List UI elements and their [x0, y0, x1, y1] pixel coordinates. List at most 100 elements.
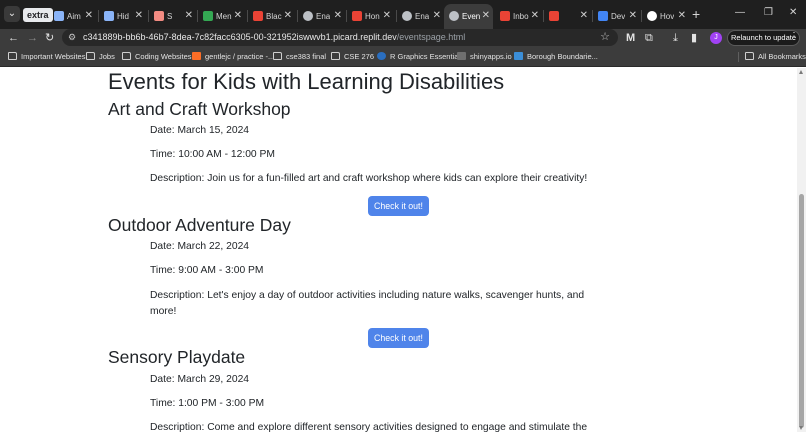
event-title-art-craft: Art and Craft Workshop	[108, 99, 291, 119]
all-bookmarks[interactable]: All Bookmarks	[745, 51, 806, 63]
tab-events-active[interactable]: Even ✕	[444, 4, 493, 29]
tab-hov[interactable]: Hov ✕	[642, 4, 689, 29]
new-tab-icon[interactable]: +	[692, 7, 700, 21]
event-time: Time: 1:00 PM - 3:00 PM	[150, 398, 265, 409]
globe-icon	[402, 11, 412, 21]
check-it-out-button[interactable]: Check it out!	[368, 328, 429, 348]
close-icon[interactable]: ✕	[334, 10, 342, 21]
tab-aim[interactable]: Aim ✕	[49, 4, 96, 29]
globe-icon	[449, 11, 459, 21]
side-panel-icon[interactable]: ▮	[691, 31, 697, 45]
reload-icon[interactable]: ↻	[45, 31, 54, 45]
forward-icon[interactable]: →	[27, 31, 38, 45]
menu-icon[interactable]: ⋮	[789, 31, 799, 42]
close-icon[interactable]: ✕	[234, 10, 242, 21]
flag-icon	[253, 11, 263, 21]
triangle-icon	[54, 11, 64, 21]
site-info-icon[interactable]: ⚙	[68, 32, 76, 43]
event-description: Description: Come and explore different …	[150, 422, 588, 432]
puzzle-icon	[203, 11, 213, 21]
folder-icon	[86, 52, 95, 60]
event-description: Description: Let's enjoy a day of outdoo…	[150, 290, 585, 317]
tab-ena-1[interactable]: Ena ✕	[298, 4, 345, 29]
tab-hid[interactable]: Hid ✕	[99, 4, 146, 29]
folder-icon	[273, 52, 282, 60]
doc-icon	[104, 11, 114, 21]
map-icon	[514, 52, 523, 60]
tab-men[interactable]: Men ✕	[198, 4, 245, 29]
tab-s[interactable]: S ✕	[149, 4, 196, 29]
gmail-icon	[500, 11, 510, 21]
tab-strip: ⌄ extra Aim ✕ Hid ✕ S ✕ Men ✕ Blac ✕ Ena…	[0, 0, 806, 29]
close-icon[interactable]: ✕	[284, 10, 292, 21]
rgraphics-icon	[377, 52, 386, 60]
close-icon[interactable]: ✕	[433, 10, 441, 21]
profile-avatar[interactable]: J	[710, 32, 722, 44]
tab-gmail[interactable]: ✕	[544, 4, 591, 29]
tab-blac[interactable]: Blac ✕	[248, 4, 295, 29]
address-bar[interactable]: ⚙ c341889b-bb6b-46b7-8dea-7c82facc6305-0…	[62, 29, 618, 46]
bookmark-coding-websites[interactable]: Coding Websites	[122, 51, 192, 63]
tab-ena-2[interactable]: Ena ✕	[397, 4, 444, 29]
folder-icon	[331, 52, 340, 60]
scroll-down-icon[interactable]	[799, 426, 803, 430]
extension-m-icon[interactable]: M	[626, 31, 635, 45]
event-title-outdoor-adventure: Outdoor Adventure Day	[108, 215, 291, 235]
close-icon[interactable]: ✕	[482, 10, 490, 21]
window-close-icon[interactable]: ✕	[789, 7, 797, 18]
folder-icon	[122, 52, 131, 60]
bookmark-gentlejc-practice[interactable]: gentlejc / practice -...	[192, 51, 274, 63]
browser-toolbar: ← → ↻ ⚙ c341889b-bb6b-46b7-8dea-7c82facc…	[0, 29, 806, 47]
folder-icon	[745, 52, 754, 60]
globe-icon	[303, 11, 313, 21]
gmail-icon	[549, 11, 559, 21]
minimize-icon[interactable]: —	[735, 7, 745, 18]
close-icon[interactable]: ✕	[580, 10, 588, 21]
page-scrollbar[interactable]	[797, 68, 806, 432]
bookmark-borough-boundaries[interactable]: Borough Boundarie...	[514, 51, 598, 63]
bookmarks-divider	[738, 52, 739, 62]
bookmarks-bar: Important Websites Jobs Coding Websites …	[0, 47, 806, 67]
bookmark-r-graphics[interactable]: R Graphics Essential...	[377, 51, 466, 63]
scrollbar-thumb[interactable]	[799, 194, 804, 428]
event-date: Date: March 15, 2024	[150, 125, 250, 136]
bookmark-important-websites[interactable]: Important Websites	[8, 51, 85, 63]
bookmark-cse383-final[interactable]: cse383 final	[273, 51, 326, 63]
bookmark-jobs[interactable]: Jobs	[86, 51, 115, 63]
d-icon	[598, 11, 608, 21]
close-icon[interactable]: ✕	[531, 10, 539, 21]
extensions-icon[interactable]: ⧉	[645, 31, 653, 45]
bookmark-cse-276[interactable]: CSE 276	[331, 51, 374, 63]
gitlab-icon	[192, 52, 201, 60]
tab-dev[interactable]: Dev ✕	[593, 4, 640, 29]
tab-inbox[interactable]: Inbo ✕	[495, 4, 542, 29]
close-icon[interactable]: ✕	[185, 10, 193, 21]
page-viewport: Events for Kids with Learning Disabiliti…	[0, 68, 797, 432]
close-icon[interactable]: ✕	[629, 10, 637, 21]
event-title-sensory-playdate: Sensory Playdate	[108, 347, 246, 367]
scroll-up-icon[interactable]	[799, 70, 803, 74]
page-title: Events for Kids with Learning Disabiliti…	[108, 69, 505, 94]
back-icon[interactable]: ←	[8, 31, 19, 45]
bookmark-star-icon[interactable]: ☆	[600, 30, 610, 43]
folder-icon	[8, 52, 17, 60]
event-time: Time: 10:00 AM - 12:00 PM	[150, 149, 275, 160]
github-icon	[647, 11, 657, 21]
tab-search-icon[interactable]: ⌄	[4, 6, 20, 22]
check-it-out-button[interactable]: Check it out!	[368, 196, 429, 216]
close-icon[interactable]: ✕	[135, 10, 143, 21]
app-icon	[154, 11, 164, 21]
restore-icon[interactable]: ❐	[764, 7, 773, 18]
close-icon[interactable]: ✕	[383, 10, 391, 21]
close-icon[interactable]: ✕	[85, 10, 93, 21]
event-date: Date: March 29, 2024	[150, 374, 250, 385]
event-date: Date: March 22, 2024	[150, 241, 250, 252]
close-icon[interactable]: ✕	[678, 10, 686, 21]
downloads-icon[interactable]: ⤓	[673, 31, 678, 45]
shiny-icon	[457, 52, 466, 60]
flag-icon	[352, 11, 362, 21]
tab-hon[interactable]: Hon ✕	[347, 4, 394, 29]
event-time: Time: 9:00 AM - 3:00 PM	[150, 265, 264, 276]
bookmark-shinyapps[interactable]: shinyapps.io	[457, 51, 512, 63]
url-text[interactable]: c341889b-bb6b-46b7-8dea-7c82facc6305-00-…	[83, 32, 465, 42]
